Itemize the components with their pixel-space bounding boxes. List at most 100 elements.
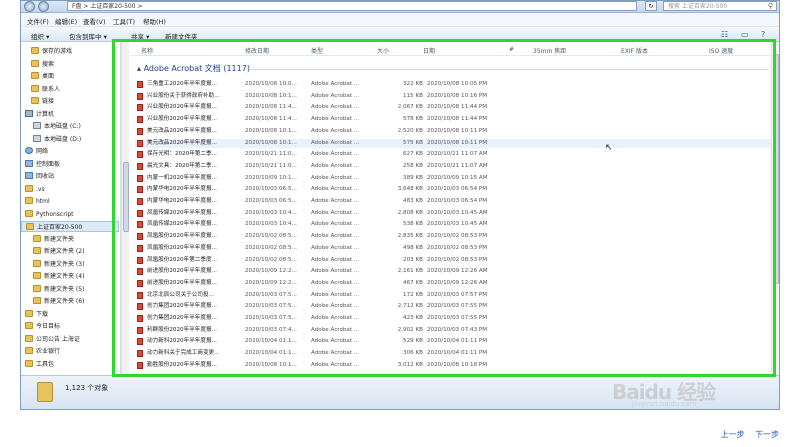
- file-type: Adobe Acrobat ...: [311, 268, 360, 275]
- column-iso-speed[interactable]: ISO 速度: [709, 46, 733, 55]
- file-row[interactable]: 凤凰股份2020年半年度报... 2020/10/02 08:5... Adobe …: [135, 232, 775, 241]
- file-row[interactable]: 内蒙华电2020年半年度报... 2020/10/03 06:5... Adobe …: [135, 197, 775, 206]
- column-date-modified[interactable]: 修改日期: [245, 46, 269, 55]
- file-row[interactable]: 晨光文具：2020年第二季... 2020/10/21 11:0... Adobe …: [135, 162, 775, 171]
- file-row[interactable]: 凤凰股份2020年第二季度... 2020/10/02 08:5... Adobe …: [135, 256, 775, 265]
- file-row[interactable]: 利群股份2020年半年度报... 2020/10/03 07:4... Adobe …: [135, 326, 775, 335]
- file-row[interactable]: 凤凰传媒2020年半年度报... 2020/10/03 10:4... Adobe …: [135, 209, 775, 218]
- file-date-modified: 2020/10/08 10:0...: [245, 81, 297, 87]
- file-type: Adobe Acrobat ...: [311, 116, 360, 123]
- nav-item[interactable]: 计算机: [21, 109, 119, 120]
- nav-item-label: 回收站: [36, 173, 55, 180]
- back-button[interactable]: [24, 1, 35, 12]
- new-folder-button[interactable]: 新建文件夹: [165, 31, 198, 41]
- menu-help[interactable]: 帮助(H): [143, 16, 166, 26]
- nav-item[interactable]: 农业银行: [21, 346, 119, 357]
- file-row[interactable]: 内蒙华电2020年半年度报... 2020/10/03 06:5... Adobe …: [135, 185, 775, 194]
- file-row[interactable]: 前进股份2020年半年度报... 2020/10/09 12:2... Adobe …: [135, 279, 775, 288]
- nav-item[interactable]: 保存的游戏: [21, 46, 119, 57]
- navigation-scroll-thumb[interactable]: [123, 162, 129, 232]
- file-row[interactable]: 保存光明：2020年第二季... 2020/10/21 11:0... Adobe …: [135, 150, 775, 159]
- group-header[interactable]: ▴ Adobe Acrobat 文档 (1117): [137, 63, 250, 74]
- column-size[interactable]: 大小: [377, 46, 389, 55]
- nav-item[interactable]: 上证百家20-500: [21, 221, 119, 232]
- nav-item[interactable]: Pythonscript: [21, 209, 119, 220]
- navigation-scrollbar[interactable]: [121, 42, 129, 375]
- file-row[interactable]: 兴业股份2020年半年度报... 2020/10/08 11:4... Adobe …: [135, 115, 775, 124]
- nav-item[interactable]: 本地磁盘 (C:): [21, 121, 119, 132]
- share-button[interactable]: 共享 ▾: [131, 31, 149, 41]
- search-input[interactable]: 搜索 上证百家20-500 ⚲: [663, 1, 777, 11]
- view-options-icon[interactable]: ☷: [721, 30, 728, 39]
- file-row[interactable]: 创力集团2020年半年度报... 2020/10/03 07:5... Adobe …: [135, 302, 775, 311]
- file-date: 2020/10/03 07:55 PM: [427, 303, 488, 310]
- nav-item[interactable]: 新建文件夹 (6): [21, 296, 119, 307]
- include-in-library-button[interactable]: 包含到库中 ▾: [69, 31, 107, 41]
- pdf-file-icon: [137, 162, 143, 170]
- file-name: 内蒙一机2020年半年度报...: [147, 174, 217, 181]
- nav-item[interactable]: 今日目标: [21, 321, 119, 332]
- file-name: 凤凰传媒2020年半年度报...: [147, 221, 217, 228]
- nav-item[interactable]: 联系人: [21, 84, 119, 95]
- forward-button[interactable]: [38, 1, 49, 12]
- file-row[interactable]: 美元改品2020年半年度报... 2020/10/08 10:1... Adobe …: [135, 127, 775, 136]
- file-row[interactable]: 三角重工2020年半年度报... 2020/10/08 10:0... Adobe …: [135, 80, 775, 89]
- nav-item[interactable]: 桌面: [21, 71, 119, 82]
- file-row[interactable]: 勤胜股份2020年半年度报... 2020/10/08 10:1... Adobe …: [135, 361, 775, 370]
- menu-view[interactable]: 查看(V): [83, 16, 106, 26]
- nav-item[interactable]: 新建文件夹 (2): [21, 246, 119, 257]
- column-date[interactable]: 日期: [423, 46, 435, 55]
- column-hash[interactable]: #: [509, 46, 514, 53]
- file-type: Adobe Acrobat ...: [311, 186, 360, 193]
- address-text: F盘 > 上证百家20-500 >: [72, 3, 143, 10]
- file-row[interactable]: 北京北辰公司关于公司投... 2020/10/03 07:5... Adobe Ac…: [135, 291, 775, 300]
- nav-item[interactable]: 新建文件夹: [21, 234, 119, 245]
- organize-button[interactable]: 组织 ▾: [31, 31, 49, 41]
- file-row[interactable]: 前进股份2020年半年度报... 2020/10/09 12:2... Adobe …: [135, 267, 775, 276]
- nav-item[interactable]: 工具包: [21, 359, 119, 370]
- file-row[interactable]: 动力新科2020年半年度报... 2020/10/04 01:1... Adobe …: [135, 337, 775, 346]
- file-date-modified: 2020/10/08 11:4...: [245, 104, 297, 111]
- address-bar[interactable]: F盘 > 上证百家20-500 >: [67, 1, 637, 11]
- pdf-file-icon: [137, 221, 143, 229]
- nav-item[interactable]: 搜索: [21, 59, 119, 70]
- column-focal-length[interactable]: 35mm 焦距: [533, 46, 566, 55]
- nav-item[interactable]: 公司公告 上海证: [21, 334, 119, 345]
- nav-item[interactable]: 链接: [21, 96, 119, 107]
- nav-item[interactable]: 本地磁盘 (D:): [21, 134, 119, 145]
- nav-item[interactable]: 控制面板: [21, 159, 119, 170]
- nav-item[interactable]: html: [21, 196, 119, 207]
- nav-item[interactable]: 回收站: [21, 171, 119, 182]
- nav-item[interactable]: 网络: [21, 146, 119, 157]
- menu-edit[interactable]: 编辑(E): [55, 16, 77, 26]
- file-row[interactable]: 兴业股份2020年半年度报... 2020/10/08 11:4... Adobe …: [135, 103, 775, 112]
- menu-tools[interactable]: 工具(T): [113, 16, 135, 26]
- nav-item[interactable]: 新建文件夹 (4): [21, 271, 119, 282]
- nav-item-label: 桌面: [42, 73, 55, 80]
- nav-item-label: 保存的游戏: [42, 48, 73, 55]
- nav-item[interactable]: 新建文件夹 (5): [21, 284, 119, 295]
- column-type[interactable]: 类型: [311, 46, 323, 55]
- library-icon: [25, 159, 33, 167]
- nav-item[interactable]: 下载: [21, 309, 119, 320]
- pdf-file-icon: [137, 92, 143, 100]
- file-list-scrollbar[interactable]: [771, 42, 779, 375]
- menu-file[interactable]: 文件(F): [27, 16, 49, 26]
- prev-step-link[interactable]: 上一步: [720, 430, 744, 439]
- preview-pane-icon[interactable]: ▭: [741, 30, 749, 39]
- file-list-scroll-thumb[interactable]: [773, 54, 779, 284]
- nav-item[interactable]: .vs: [21, 184, 119, 195]
- help-icon[interactable]: ?: [761, 30, 765, 39]
- refresh-button[interactable]: ↻: [645, 1, 657, 11]
- file-row[interactable]: 凤凰传媒2020年半年度报... 2020/10/03 10:4... Adobe …: [135, 220, 775, 229]
- column-exif-version[interactable]: EXIF 版本: [621, 46, 648, 55]
- file-row[interactable]: 创力集团2020年半年度报... 2020/10/03 07:5... Adobe …: [135, 314, 775, 323]
- file-row[interactable]: 兴业股份关于获得政府补助... 2020/10/08 10:1... Adobe A…: [135, 92, 775, 101]
- file-row[interactable]: 动力新科关于完成工商变更... 2020/10/04 01:1... Adobe A…: [135, 349, 775, 358]
- nav-item[interactable]: 新建文件夹 (3): [21, 259, 119, 270]
- file-row[interactable]: 内蒙一机2020年半年度报... 2020/10/09 10:1... Adobe …: [135, 174, 775, 183]
- column-name[interactable]: 名称: [141, 46, 153, 55]
- file-row[interactable]: 凤凰股份2020年半年度报... 2020/10/02 08:5... Adobe …: [135, 244, 775, 253]
- next-step-link[interactable]: 下一步: [755, 430, 779, 439]
- file-row[interactable]: 美元改品2020年半年度报... 2020/10/08 10:1... Adobe …: [135, 138, 775, 148]
